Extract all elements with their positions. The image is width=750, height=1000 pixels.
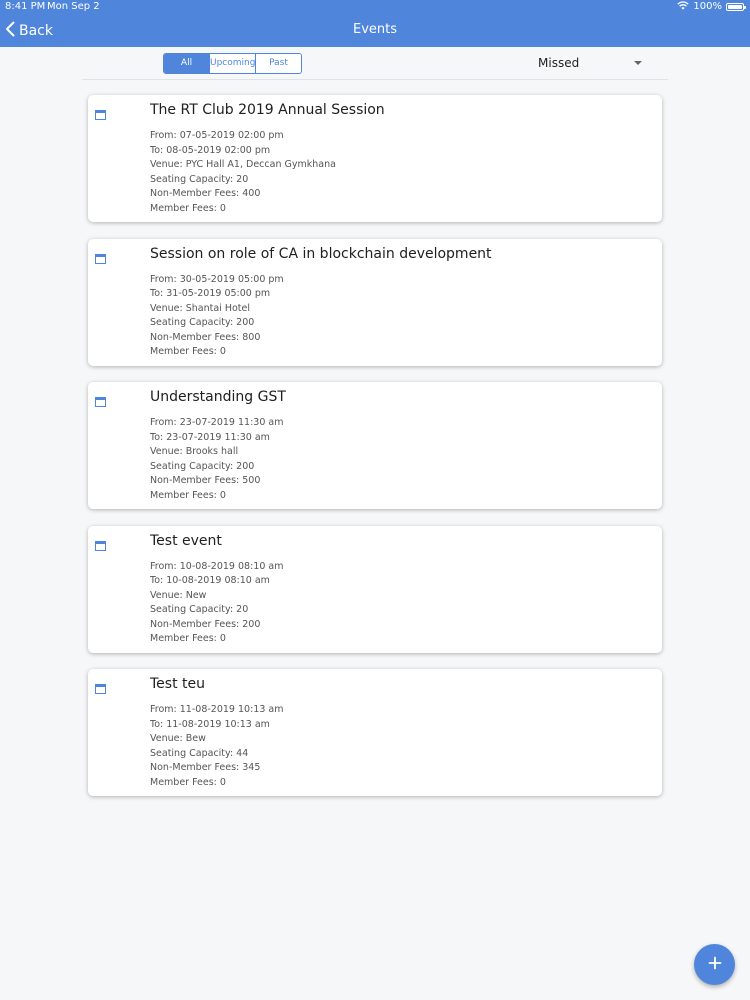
event-details: From: 11-08-2019 10:13 am To: 11-08-2019… — [150, 703, 283, 791]
calendar-icon — [95, 392, 106, 407]
event-card[interactable]: Understanding GST From: 23-07-2019 11:30… — [88, 382, 662, 509]
battery-percent: 100% — [693, 1, 722, 12]
event-card[interactable]: Test teu From: 11-08-2019 10:13 am To: 1… — [88, 669, 662, 796]
event-member-fees: Member Fees: 0 — [150, 776, 226, 788]
event-to: To: 23-07-2019 11:30 am — [150, 431, 270, 443]
event-non-member-fees: Non-Member Fees: 345 — [150, 762, 261, 774]
wifi-icon — [677, 0, 690, 14]
event-to: To: 08-05-2019 02:00 pm — [150, 144, 271, 156]
event-details: From: 23-07-2019 11:30 am To: 23-07-2019… — [150, 416, 283, 504]
event-title: The RT Club 2019 Annual Session — [150, 102, 385, 118]
event-from: From: 10-08-2019 08:10 am — [150, 560, 284, 572]
segment-past[interactable]: Past — [255, 54, 301, 73]
calendar-icon — [95, 536, 106, 551]
event-member-fees: Member Fees: 0 — [150, 202, 226, 214]
event-member-fees: Member Fees: 0 — [150, 489, 226, 501]
calendar-icon — [95, 679, 106, 694]
event-non-member-fees: Non-Member Fees: 400 — [150, 188, 261, 200]
event-non-member-fees: Non-Member Fees: 200 — [150, 618, 261, 630]
event-member-fees: Member Fees: 0 — [150, 346, 226, 358]
status-indicators: 100% — [677, 0, 746, 14]
event-to: To: 31-05-2019 05:00 pm — [150, 288, 271, 300]
status-date: Mon Sep 2 — [47, 1, 100, 12]
event-seating-capacity: Seating Capacity: 200 — [150, 460, 255, 472]
event-seating-capacity: Seating Capacity: 20 — [150, 604, 249, 616]
event-to: To: 10-08-2019 08:10 am — [150, 575, 270, 587]
status-time: 8:41 PM — [5, 1, 46, 12]
caret-down-icon — [634, 61, 642, 65]
events-screen: 8:41 PM Mon Sep 2 100% Back Events All U… — [0, 0, 750, 1000]
event-title: Session on role of CA in blockchain deve… — [150, 245, 492, 262]
event-title: Understanding GST — [150, 389, 286, 405]
add-event-button[interactable] — [694, 944, 735, 985]
event-non-member-fees: Non-Member Fees: 500 — [150, 475, 261, 487]
event-from: From: 30-05-2019 05:00 pm — [150, 273, 284, 285]
event-member-fees: Member Fees: 0 — [150, 633, 226, 645]
event-title: Test teu — [150, 676, 205, 692]
event-details: From: 30-05-2019 05:00 pm To: 31-05-2019… — [150, 273, 284, 361]
segment-all[interactable]: All — [164, 54, 209, 73]
page-title: Events — [352, 22, 397, 37]
event-to: To: 11-08-2019 10:13 am — [150, 718, 270, 730]
event-venue: Venue: PYC Hall A1, Deccan Gymkhana — [150, 159, 336, 171]
event-card[interactable]: Test event From: 10-08-2019 08:10 am To:… — [88, 525, 662, 653]
event-details: From: 10-08-2019 08:10 am To: 10-08-2019… — [150, 560, 283, 648]
event-non-member-fees: Non-Member Fees: 800 — [150, 331, 261, 343]
event-seating-capacity: Seating Capacity: 20 — [150, 173, 249, 185]
event-from: From: 07-05-2019 02:00 pm — [150, 130, 284, 141]
plus-icon — [708, 955, 722, 974]
event-venue: Venue: Shantai Hotel — [150, 302, 250, 314]
event-venue: Venue: New — [150, 589, 207, 601]
event-from: From: 11-08-2019 10:13 am — [150, 704, 284, 715]
battery-level — [728, 5, 742, 9]
calendar-icon — [95, 105, 106, 120]
segment-upcoming[interactable]: Upcoming — [209, 54, 255, 73]
event-title: Test event — [150, 532, 222, 549]
event-details: From: 07-05-2019 02:00 pm To: 08-05-2019… — [150, 129, 336, 217]
event-card[interactable]: Session on role of CA in blockchain deve… — [88, 238, 662, 366]
events-list: The RT Club 2019 Annual Session From: 07… — [88, 95, 662, 813]
navigation-bar: 8:41 PM Mon Sep 2 100% Back Events — [0, 0, 750, 47]
calendar-icon — [95, 249, 106, 264]
event-seating-capacity: Seating Capacity: 200 — [150, 317, 255, 329]
event-from: From: 23-07-2019 11:30 am — [150, 417, 284, 428]
battery-icon — [726, 3, 746, 11]
status-dropdown[interactable]: Missed — [538, 55, 642, 73]
dropdown-value: Missed — [538, 56, 580, 70]
filter-bar: All Upcoming Past Missed — [82, 47, 668, 80]
event-filter-segmented-control: All Upcoming Past — [163, 53, 302, 74]
event-card[interactable]: The RT Club 2019 Annual Session From: 07… — [88, 95, 662, 222]
event-seating-capacity: Seating Capacity: 44 — [150, 747, 249, 759]
event-venue: Venue: Brooks hall — [150, 446, 239, 458]
event-venue: Venue: Bew — [150, 733, 206, 745]
